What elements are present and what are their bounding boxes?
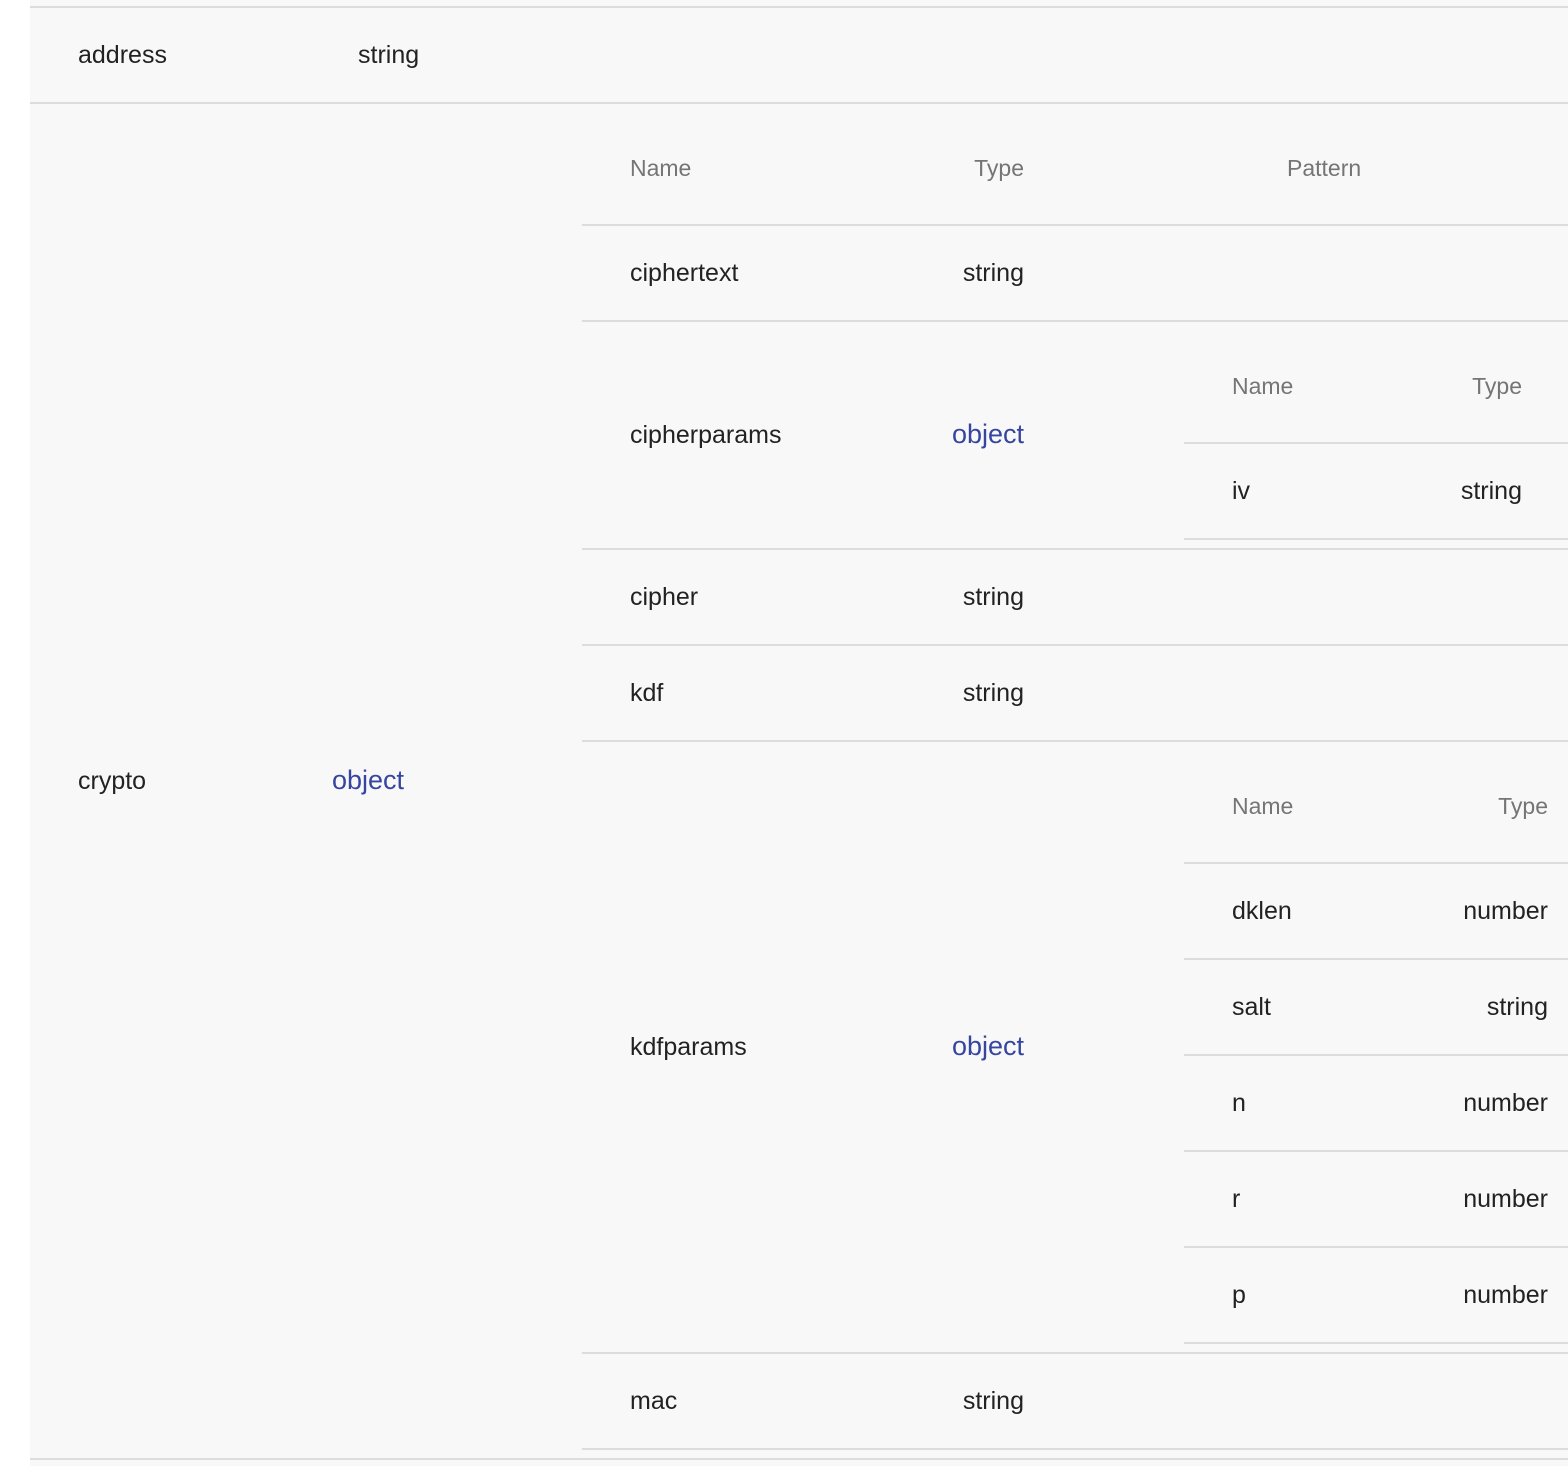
crypto-field-name: kdf — [630, 679, 664, 707]
kdfparams-field-name: dklen — [1232, 897, 1292, 925]
cipherparams-header-name: Name — [1232, 373, 1294, 399]
field-name-crypto: crypto — [78, 767, 147, 795]
crypto-header-name: Name — [630, 155, 692, 181]
kdfparams-field-type: number — [1463, 1185, 1548, 1213]
crypto-field-name: cipher — [630, 583, 699, 611]
crypto-field-name: kdfparams — [630, 1033, 747, 1061]
kdfparams-field-type: number — [1463, 897, 1548, 925]
crypto-field-type: string — [962, 583, 1024, 611]
cipherparams-header-type: Type — [1472, 373, 1522, 399]
cipherparams-field-name: iv — [1232, 477, 1251, 505]
field-name-address: address — [78, 41, 167, 69]
divider — [30, 6, 1568, 8]
divider — [582, 224, 1568, 226]
divider — [582, 644, 1568, 646]
kdfparams-field-name: n — [1232, 1089, 1246, 1117]
kdfparams-header-type: Type — [1498, 793, 1548, 819]
crypto-header-pattern: Pattern — [1287, 155, 1362, 181]
kdfparams-field-type: number — [1463, 1281, 1548, 1309]
kdfparams-type-link[interactable]: object — [880, 1031, 1024, 1061]
divider — [1184, 862, 1568, 864]
field-type-crypto-link[interactable]: object — [332, 765, 404, 795]
cipherparams-field-type: string — [1460, 477, 1522, 505]
divider — [1184, 958, 1568, 960]
divider — [582, 548, 1568, 550]
crypto-field-name: cipherparams — [630, 421, 782, 449]
kdfparams-field-name: salt — [1232, 993, 1271, 1021]
divider — [582, 1352, 1568, 1354]
divider — [1184, 1342, 1568, 1344]
divider — [1184, 1150, 1568, 1152]
kdfparams-field-type: string — [1486, 993, 1548, 1021]
crypto-field-name: ciphertext — [630, 259, 739, 287]
crypto-field-type: string — [962, 679, 1024, 707]
divider — [1184, 1054, 1568, 1056]
divider — [1184, 1246, 1568, 1248]
divider — [1184, 538, 1568, 540]
crypto-field-type: string — [962, 1387, 1024, 1415]
field-type-address: string — [358, 41, 420, 69]
crypto-field-name: mac — [630, 1387, 678, 1415]
crypto-header-type: Type — [974, 155, 1024, 181]
kdfparams-field-name: r — [1232, 1185, 1241, 1213]
divider — [30, 1458, 1568, 1460]
divider — [30, 102, 1568, 104]
divider — [1184, 442, 1568, 444]
crypto-field-type: string — [962, 259, 1024, 287]
cipherparams-type-link[interactable]: object — [880, 419, 1024, 449]
kdfparams-field-name: p — [1232, 1281, 1246, 1309]
divider — [582, 320, 1568, 322]
divider — [582, 1448, 1568, 1450]
kdfparams-field-type: number — [1463, 1089, 1548, 1117]
divider — [582, 740, 1568, 742]
kdfparams-header-name: Name — [1232, 793, 1294, 819]
